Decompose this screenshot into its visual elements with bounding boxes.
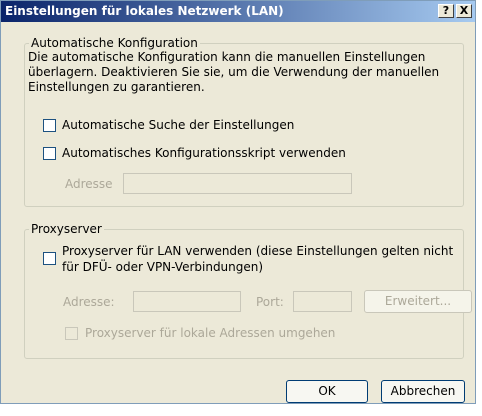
dialog-title: Einstellungen für lokales Netzwerk (LAN)	[5, 4, 284, 18]
proxy-address-field[interactable]	[133, 291, 241, 312]
auto-detect-checkbox[interactable]	[43, 119, 56, 132]
port-field[interactable]	[293, 291, 352, 312]
auto-config-group-label: Automatische Konfiguration	[29, 36, 200, 50]
advanced-button[interactable]: Erweitert...	[364, 290, 472, 313]
title-bar: Einstellungen für lokales Netzwerk (LAN)…	[1, 1, 475, 22]
ok-button[interactable]: OK	[286, 380, 368, 403]
auto-detect-label[interactable]: Automatische Suche der Einstellungen	[62, 118, 294, 132]
port-label: Port:	[256, 295, 284, 309]
use-proxy-checkbox[interactable]	[43, 252, 56, 265]
auto-config-description: Die automatische Konfiguration kann die …	[28, 50, 440, 94]
script-address-field[interactable]	[123, 173, 352, 194]
auto-script-label[interactable]: Automatisches Konfigurationsskript verwe…	[62, 146, 346, 160]
help-button[interactable]: ?	[438, 4, 454, 18]
lan-settings-dialog: Einstellungen für lokales Netzwerk (LAN)…	[0, 0, 476, 404]
script-address-label: Adresse	[65, 177, 113, 191]
auto-script-checkbox[interactable]	[43, 147, 56, 160]
proxy-address-label: Adresse:	[63, 295, 115, 309]
close-button[interactable]: X	[456, 4, 472, 18]
cancel-button[interactable]: Abbrechen	[381, 380, 465, 403]
use-proxy-label-line1[interactable]: Proxyserver für LAN verwenden (diese Ein…	[62, 244, 453, 258]
bypass-local-checkbox[interactable]	[65, 327, 78, 340]
use-proxy-label-line2[interactable]: für DFÜ- oder VPN-Verbindungen)	[62, 260, 263, 274]
bypass-local-label[interactable]: Proxyserver für lokale Adressen umgehen	[85, 326, 335, 340]
proxy-group-label: Proxyserver	[29, 222, 104, 236]
